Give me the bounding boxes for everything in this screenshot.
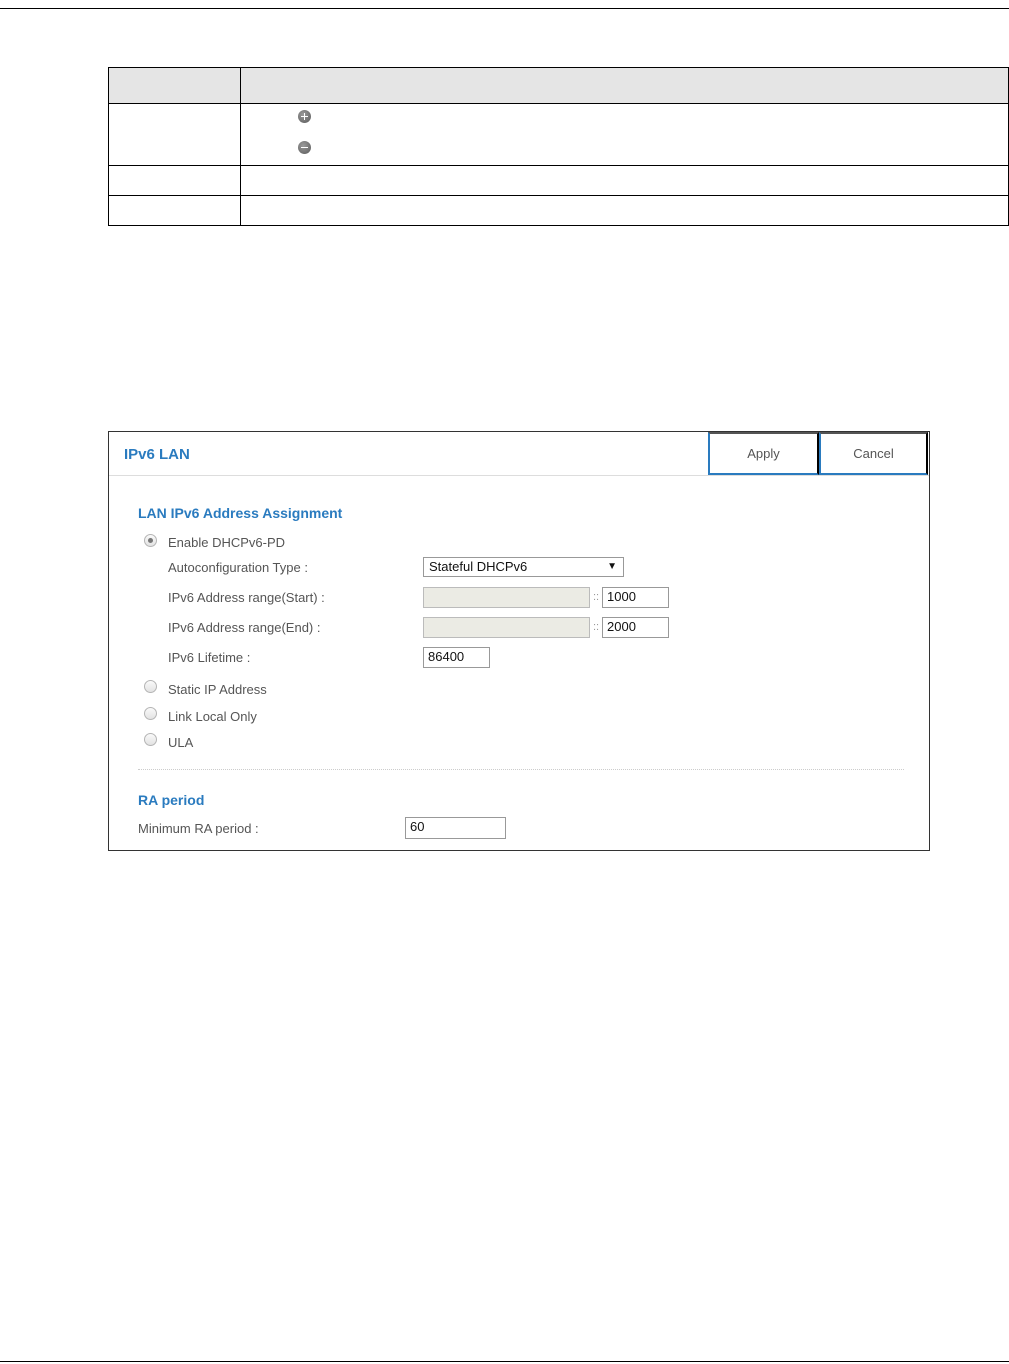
table-header-cell (240, 67, 1009, 104)
assignment-section-title: LAN IPv6 Address Assignment (138, 505, 343, 521)
link-local-radio[interactable] (144, 707, 157, 720)
panel-title: IPv6 LAN (124, 446, 190, 463)
panel-header: IPv6 LAN Apply Cancel (109, 432, 929, 476)
dhcpv6-pd-label: Enable DHCPv6-PD (168, 535, 286, 550)
table-row (108, 103, 1009, 166)
table-cell (240, 165, 1009, 196)
reference-table (108, 67, 1009, 226)
apply-button[interactable]: Apply (708, 432, 819, 475)
range-start-label: IPv6 Address range(Start) : (168, 590, 325, 605)
table-cell (108, 103, 241, 166)
range-start-input[interactable]: 1000 (602, 587, 669, 608)
autoconfig-type-value: Stateful DHCPv6 (429, 559, 528, 574)
min-ra-period-label: Minimum RA period : (138, 821, 259, 836)
autoconfig-type-select[interactable]: Stateful DHCPv6 ▼ (423, 557, 624, 577)
autoconfig-type-label: Autoconfiguration Type : (168, 560, 308, 575)
range-start-prefix-field (423, 587, 590, 608)
ula-label: ULA (168, 735, 194, 750)
table-cell (108, 165, 241, 196)
footer-rule (0, 1361, 1009, 1362)
table-cell (240, 103, 1009, 166)
static-ip-label: Static IP Address (168, 682, 267, 697)
ula-radio[interactable] (144, 733, 157, 746)
range-end-input[interactable]: 2000 (602, 617, 669, 638)
link-local-label: Link Local Only (168, 709, 257, 724)
cancel-button[interactable]: Cancel (819, 432, 928, 475)
lifetime-input[interactable]: 86400 (423, 647, 490, 668)
remove-icon (298, 141, 311, 154)
table-cell (240, 195, 1009, 226)
ra-section-title: RA period (138, 792, 205, 808)
range-end-separator: :: (593, 621, 600, 633)
lifetime-label: IPv6 Lifetime : (168, 650, 251, 665)
min-ra-period-input[interactable]: 60 (405, 817, 506, 839)
ipv6-lan-panel: IPv6 LAN Apply Cancel LAN IPv6 Address A… (108, 431, 930, 851)
table-cell (108, 195, 241, 226)
dhcpv6-pd-radio[interactable] (144, 534, 157, 547)
range-end-label: IPv6 Address range(End) : (168, 620, 321, 635)
table-header-cell (108, 67, 241, 104)
add-icon (298, 110, 311, 123)
table-row (108, 195, 1009, 226)
table-row (108, 165, 1009, 196)
range-start-separator: :: (593, 591, 600, 603)
table-header-row (108, 67, 1009, 104)
header-rule (0, 8, 1009, 9)
section-divider (138, 769, 904, 770)
dropdown-arrow-icon: ▼ (607, 561, 617, 572)
static-ip-radio[interactable] (144, 680, 157, 693)
range-end-prefix-field (423, 617, 590, 638)
